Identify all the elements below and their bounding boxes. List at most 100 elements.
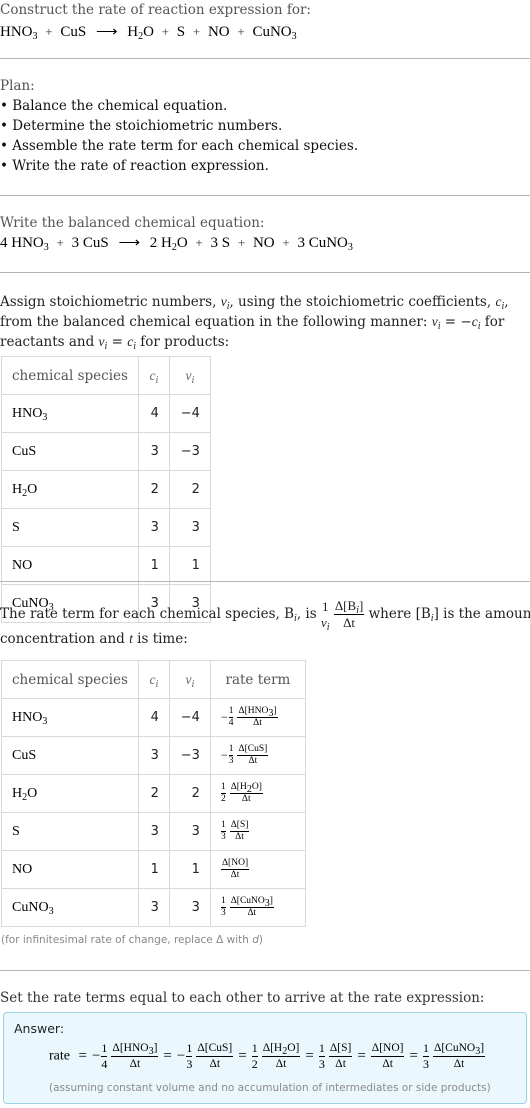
rate-term-cell: 1 3 Δ[CuNO3] Δt [209,888,306,927]
rate-term: 1 2 Δ[H2O] Δt [220,782,263,804]
rate-term: Δ[NO] Δt [220,858,250,880]
stoich-section: Assign stoichiometric numbers, νi, using… [0,292,522,352]
answer-label: Answer: [14,1021,65,1036]
plan-label: Plan: [0,78,35,94]
coefficient-fraction: 12 [220,782,226,804]
separator [0,581,530,582]
balanced-equation: 4 HNO3 + 3 CuS ⟶ 2 H2O + 3 S + NO + 3 Cu… [0,235,353,253]
minus-sign: − [220,748,228,762]
rate-term: 1 3 Δ[S] Δt [220,820,250,842]
stoich-number-cell: −4 [168,394,211,433]
delta-fraction: Δ[HNO3] Δt [111,1042,159,1070]
rate-terms-description-cont: concentration and t is time: [0,631,188,647]
stoich-number-cell: 2 [168,774,211,813]
rate-term-cell: 1 3 Δ[S] Δt [209,812,306,851]
rate-terms-description: The rate term for each chemical species,… [0,598,530,633]
rate-term: −1 3 Δ[CuS] Δt [176,1041,234,1071]
balanced-section: Write the balanced chemical equation: 4 … [0,213,530,253]
equals-sign: = [78,1048,87,1064]
plan-step: • Assemble the rate term for each chemic… [0,138,359,154]
delta-fraction: Δ[H2O] Δt [261,1042,301,1070]
rate-term-cell: Δ[NO] Δt [209,850,306,889]
table-row: H2O 2 2 1 2 Δ[H2O] Δt [1,774,306,813]
col-header-nu: νi [168,660,211,699]
table-row: NO 1 1 [1,546,211,585]
species-cell: S [1,812,139,851]
stoich-number-cell: 3 [168,812,211,851]
coefficient-cell: 2 [137,774,170,813]
species-cell: HNO3 [1,698,139,737]
plan-step: • Determine the stoichiometric numbers. [0,118,283,134]
table-row: HNO3 4 −4 [1,394,211,433]
separator [0,195,530,196]
minus-sign: − [91,1048,101,1064]
plan-section: Plan: • Balance the chemical equation. •… [0,76,530,176]
rate-expression: rate = −1 4 Δ[HNO3] Δt = −1 3 Δ[CuS] Δt = 1 2 Δ[H2O] Δ… [49,1041,486,1072]
rate-term: 1 3 Δ[CuNO3] Δt [220,896,274,918]
stoich-number-cell: −3 [168,432,211,471]
delta-fraction: Δ[S] Δt [328,1042,353,1070]
species-name: CuNO3 [12,899,54,917]
table-row: CuS 3 −3−1 3 Δ[CuS] Δt [1,736,306,775]
delta-fraction: Δ[CuS] Δt [237,744,269,766]
minus-sign: − [220,710,228,724]
species-name: HNO3 [12,405,48,423]
final-label: Set the rate terms equal to each other t… [0,990,485,1006]
species-name: S [12,519,20,535]
rate-term: 1 2 Δ[H2O] Δt [251,1041,301,1071]
species-name: H2O [12,785,38,803]
minus-sign: − [176,1048,186,1064]
species-name: CuS [12,443,37,459]
rate-term: −1 4 Δ[HNO3] Δt [91,1041,159,1071]
rate-term: 1 3 Δ[CuNO3] Δt [422,1041,486,1071]
separator [0,970,530,971]
species-name: NO [12,557,33,573]
rate-term-cell: 1 2 Δ[H2O] Δt [209,774,306,813]
table-header-row: chemical species ci νi [1,356,211,395]
plan-step: • Balance the chemical equation. [0,98,228,114]
coefficient-cell: 4 [137,698,170,737]
species-name: CuS [12,747,37,763]
rate-term: −1 4 Δ[HNO3] Δt [220,706,278,728]
coefficient-cell: 3 [137,888,170,927]
col-header-c: ci [137,356,170,395]
species-name: HNO3 [12,709,48,727]
table-row: HNO3 4 −4 −1 4 Δ[HNO3] Δt [1,698,306,737]
table-row: S 3 3 1 3 Δ[S] Δt [1,812,306,851]
delta-fraction: Δ[CuNO3] Δt [229,896,274,918]
col-header-species: chemical species [1,660,139,699]
rate-term-cell: −1 3 Δ[CuS] Δt [209,736,306,775]
prompt-text: Construct the rate of reaction expressio… [0,2,311,18]
delta-fraction: Δ[CuNO3] Δt [432,1042,486,1070]
coefficient-cell: 3 [137,736,170,775]
col-header-nu: νi [168,356,211,395]
stoich-number-cell: 3 [168,888,211,927]
species-cell: H2O [1,470,139,509]
answer-box: Answer: rate = −1 4 Δ[HNO3] Δt = −1 3 Δ[CuS] Δt = 1… [3,1012,527,1104]
assumption-note: (assuming constant volume and no accumul… [49,1082,491,1094]
species-name: S [12,823,20,839]
stoich-number-cell: −4 [168,698,211,737]
rate-terms-section: The rate term for each chemical species,… [0,598,530,649]
stoich-description: Assign stoichiometric numbers, νi, using… [0,294,509,352]
species-name: NO [12,861,33,877]
coefficient-fraction: 13 [228,744,234,766]
species-cell: NO [1,546,139,585]
coefficient-fraction: 13 [220,820,226,842]
table-row: CuNO3 3 3 1 3 Δ[CuNO3] Δt [1,888,306,927]
plan-step: • Write the rate of reaction expression. [0,158,269,174]
equals-sign: = [163,1048,172,1064]
equals-sign: = [409,1048,418,1064]
stoich-table: chemical species ci νi HNO3 4 −4 CuS 3 −3 H2O 2… [1,356,211,623]
stoich-number-cell: 1 [168,850,211,889]
equals-sign: = [305,1048,314,1064]
header-section: Construct the rate of reaction expressio… [0,0,530,42]
stoich-number-cell: 3 [168,508,211,547]
coefficient-fraction: 13 [318,1041,325,1071]
col-header-c: ci [137,660,170,699]
coefficient-cell: 1 [137,546,170,585]
delta-fraction: Δ[S] Δt [229,820,250,842]
species-cell: NO [1,850,139,889]
delta-fraction: Δ[Bi] Δt [333,598,365,630]
rate-word: rate [49,1048,70,1064]
